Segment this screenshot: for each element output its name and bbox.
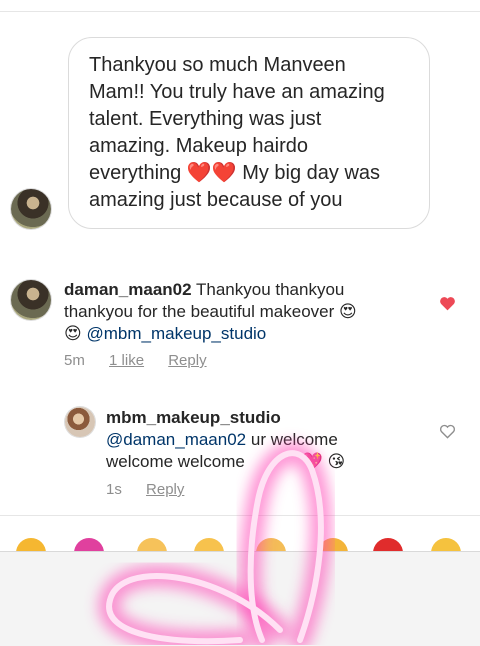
comment-text: welcome welcome [106,452,245,471]
comment-username[interactable]: daman_maan02 [64,280,192,299]
message-bubble: Thankyou so much Manveen Mam!! You truly… [68,37,430,229]
kissing-face-emoji: 😘 [327,452,346,471]
commenter-avatar[interactable] [11,280,51,320]
message-line: amazing just because of you [89,189,343,211]
message-line-with-emoji: everything ❤️❤️ My big day was [89,160,411,187]
heart-eyes-emoji: 😍 [64,324,82,343]
reply-meta: 1s Reply [106,481,184,498]
red-heart-emoji: ❤️ [186,162,212,184]
message-line: Thankyou so much Manveen [89,54,346,76]
message-text: My big day was [242,162,381,184]
comment-username[interactable]: mbm_makeup_studio [106,408,281,427]
heart-eyes-emoji: 😍 [339,302,357,321]
comment-text: thankyou for the beautiful makeover [64,302,335,321]
message-text: everything [89,162,182,184]
reply-body: mbm_makeup_studio @daman_maan02 ur welco… [106,407,426,473]
top-divider [0,0,480,12]
sender-avatar[interactable] [11,189,51,229]
heart-filled-icon[interactable] [439,296,456,311]
mention-link[interactable]: @daman_maan02 [106,430,246,449]
emoji-reaction-bar [0,515,480,553]
comment-text: ur welcome [250,430,338,449]
reply-button[interactable]: Reply [168,352,206,369]
mention-link[interactable]: @mbm_makeup_studio [86,324,266,343]
message-line: Mam!! You truly have an amazing [89,81,385,103]
message-line: talent. Everything was just [89,108,322,130]
comment-text: Thankyou thankyou [196,280,345,299]
heart-outline-icon[interactable] [439,424,456,439]
sparkling-heart-emoji: 💖 [301,452,323,471]
comment-time: 5m [64,352,85,369]
comment-time: 1s [106,481,122,498]
red-heart-emoji: ❤️ [211,162,237,184]
reply-button[interactable]: Reply [146,481,184,498]
comment-body: daman_maan02 Thankyou thankyou thankyou … [64,279,409,345]
message-line: amazing. Makeup hairdo [89,135,309,157]
comment-composer[interactable] [0,551,480,646]
likes-link[interactable]: 1 like [109,352,144,369]
reply-avatar[interactable] [65,407,95,437]
comment-meta: 5m 1 like Reply [64,352,207,369]
